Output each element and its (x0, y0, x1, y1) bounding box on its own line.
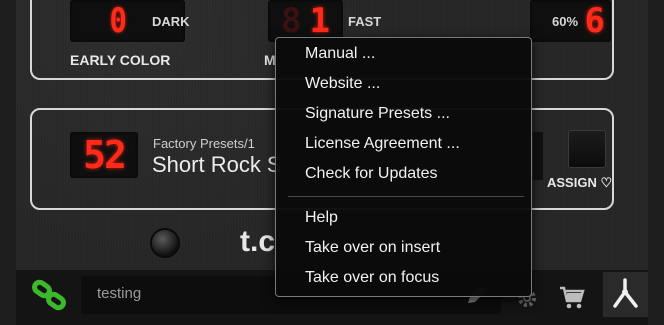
assign-label[interactable]: ASSIGN ♡ (547, 175, 612, 191)
menu-separator (288, 196, 524, 197)
menu-item-manual[interactable]: Manual ... (305, 45, 375, 63)
context-menu: Manual ... Website ... Signature Presets… (275, 37, 532, 297)
menu-item-take-over-focus[interactable]: Take over on focus (305, 269, 439, 287)
preset-number: 52 (83, 133, 127, 177)
menu-item-license-agreement[interactable]: License Agreement ... (305, 135, 460, 153)
preset-path: Factory Presets/1 (153, 136, 255, 151)
mid-label-partial: M (264, 52, 276, 68)
preset-name[interactable]: Short Rock S (152, 152, 282, 178)
third-digit: 6 (584, 1, 605, 41)
menu-item-take-over-insert[interactable]: Take over on insert (305, 239, 440, 257)
early-color-digit: 0 (109, 1, 127, 41)
preset-number-display[interactable]: 52 (70, 132, 138, 178)
speed-ghost-digit: 8 (281, 1, 302, 41)
early-color-value[interactable]: DARK (152, 14, 190, 29)
assign-side-block (533, 132, 543, 180)
speed-digit: 1 (309, 1, 330, 41)
plugin-logo-button[interactable] (603, 272, 648, 317)
cart-icon[interactable] (558, 285, 586, 311)
assign-button-icon[interactable] (568, 130, 606, 168)
menu-item-help[interactable]: Help (305, 209, 338, 227)
menu-item-signature-presets[interactable]: Signature Presets ... (305, 105, 450, 123)
third-value[interactable]: 60% (552, 14, 578, 29)
speed-value[interactable]: FAST (348, 14, 381, 29)
link-icon[interactable] (28, 278, 70, 314)
early-color-label: EARLY COLOR (70, 52, 171, 68)
tc-logo-icon: t.c (240, 225, 276, 258)
search-value: testing (97, 285, 142, 302)
menu-item-website[interactable]: Website ... (305, 75, 380, 93)
menu-item-check-updates[interactable]: Check for Updates (305, 165, 438, 183)
speed-display: 8 1 (268, 0, 343, 42)
knob-icon[interactable] (152, 230, 178, 256)
